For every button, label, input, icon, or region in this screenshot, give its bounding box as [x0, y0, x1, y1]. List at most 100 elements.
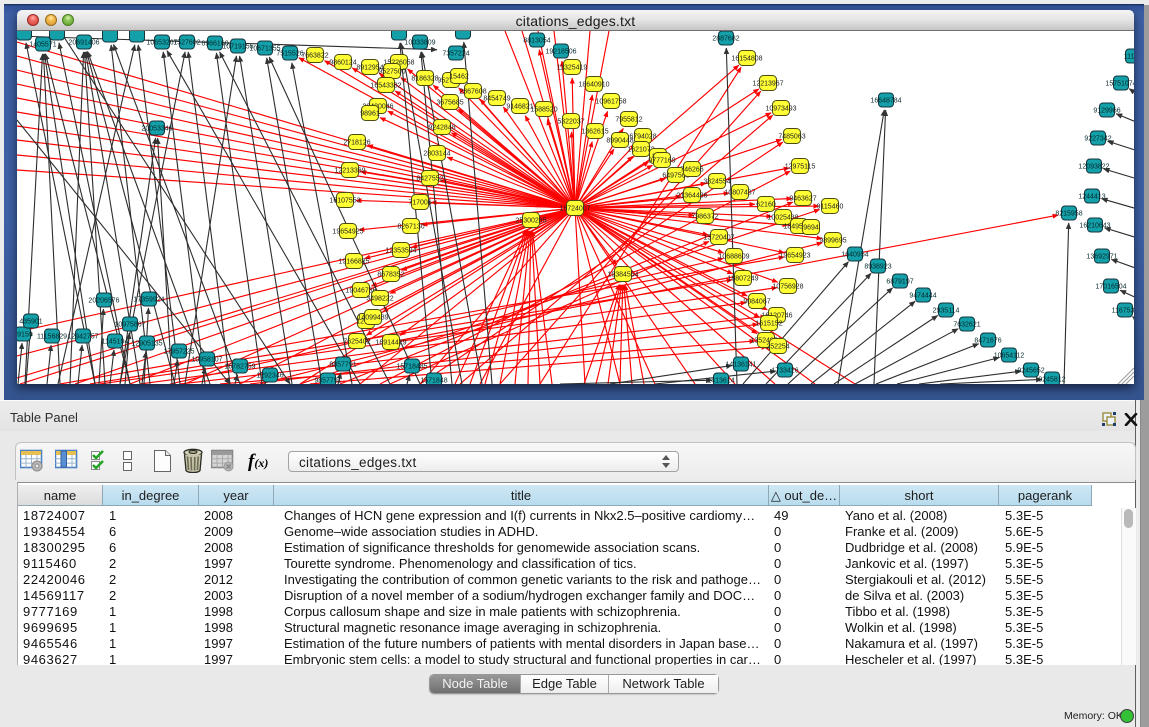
- svg-text:6794028: 6794028: [629, 134, 656, 141]
- svg-text:1244413: 1244413: [1078, 194, 1105, 201]
- svg-text:2887682: 2887682: [712, 36, 739, 43]
- svg-text:10973493: 10973493: [765, 106, 796, 113]
- svg-text:20691406: 20691406: [68, 40, 99, 47]
- svg-text:8427552: 8427552: [416, 176, 443, 183]
- svg-text:10688609: 10688609: [718, 254, 749, 261]
- svg-text:19384554: 19384554: [607, 272, 638, 279]
- svg-text:16107553: 16107553: [329, 198, 360, 205]
- svg-text:16154808: 16154808: [731, 56, 762, 63]
- svg-text:252254: 252254: [766, 344, 789, 351]
- svg-text:8938923: 8938923: [864, 264, 891, 271]
- svg-text:12213369: 12213369: [334, 168, 365, 175]
- svg-text:8186328: 8186328: [411, 76, 438, 83]
- svg-text:8471676: 8471676: [974, 338, 1001, 345]
- svg-text:1292346: 1292346: [256, 373, 283, 380]
- svg-text:1405571: 1405571: [29, 42, 56, 49]
- svg-text:17359924: 17359924: [133, 297, 164, 304]
- svg-text:3675685: 3675685: [436, 100, 463, 107]
- svg-text:1413614: 1413614: [707, 378, 734, 385]
- svg-text:14099489: 14099489: [357, 315, 388, 322]
- svg-text:8454749: 8454749: [483, 96, 510, 103]
- svg-text:9245812: 9245812: [1038, 377, 1065, 384]
- svg-text:10961758: 10961758: [595, 99, 626, 106]
- svg-text:11325419: 11325419: [557, 65, 588, 72]
- svg-text:7663822: 7663822: [301, 53, 328, 60]
- svg-text:12093822: 12093822: [1078, 164, 1109, 171]
- svg-text:1145194: 1145194: [102, 339, 129, 346]
- svg-text:10807487: 10807487: [724, 190, 755, 197]
- svg-text:10958107: 10958107: [191, 357, 222, 364]
- svg-text:11172: 11172: [1124, 54, 1134, 61]
- svg-text:12213967: 12213967: [752, 81, 783, 88]
- svg-text:9242848: 9242848: [428, 125, 455, 132]
- svg-text:8267130: 8267130: [397, 224, 424, 231]
- svg-text:15751074: 15751074: [1105, 81, 1134, 88]
- svg-text:7955812: 7955812: [615, 117, 642, 124]
- svg-text:20206576: 20206576: [88, 298, 119, 305]
- svg-text:3498222: 3498222: [366, 296, 393, 303]
- svg-text:17016504: 17016504: [1095, 284, 1126, 291]
- svg-text:1527602: 1527602: [173, 40, 200, 47]
- svg-text:16210643: 16210643: [1079, 223, 1110, 230]
- svg-text:12975115: 12975115: [785, 164, 816, 171]
- svg-text:10654112: 10654112: [994, 353, 1025, 360]
- svg-text:9857791: 9857791: [314, 378, 341, 385]
- svg-text:1640954: 1640954: [841, 252, 868, 259]
- svg-text:2718126: 2718126: [343, 140, 370, 147]
- svg-text:16914479: 16914479: [375, 340, 406, 347]
- svg-text:9527500: 9527500: [378, 69, 405, 76]
- svg-text:6879197: 6879197: [886, 279, 913, 286]
- svg-text:62160: 62160: [756, 202, 776, 209]
- svg-text:18640910: 18640910: [578, 82, 609, 89]
- svg-text:435901: 435901: [19, 319, 42, 326]
- svg-text:9245652: 9245652: [1017, 368, 1044, 375]
- svg-text:9084067: 9084067: [743, 299, 770, 306]
- svg-text:9129966: 9129966: [1093, 108, 1120, 115]
- svg-text:9227342: 9227342: [1084, 136, 1111, 143]
- svg-text:2803144: 2803144: [423, 151, 450, 158]
- svg-text:7515526: 7515526: [276, 51, 303, 58]
- svg-text:1733426: 1733426: [771, 368, 798, 375]
- svg-text:746266: 746266: [680, 167, 703, 174]
- svg-text:17957225: 17957225: [163, 349, 194, 356]
- svg-text:7986372: 7986372: [691, 214, 718, 221]
- svg-text:2935114: 2935114: [933, 308, 960, 315]
- svg-text:10975867: 10975867: [114, 322, 145, 329]
- svg-text:9777169: 9777169: [648, 158, 675, 165]
- svg-text:1588520: 1588520: [530, 107, 557, 114]
- svg-text:1615152: 1615152: [755, 321, 782, 328]
- svg-text:7625402: 7625402: [343, 339, 370, 346]
- svg-text:98961: 98961: [360, 111, 380, 118]
- svg-text:1571848: 1571848: [420, 378, 447, 385]
- svg-text:18724007: 18724007: [559, 206, 590, 213]
- svg-text:15462: 15462: [449, 74, 469, 81]
- svg-text:9899695: 9899695: [819, 238, 846, 245]
- svg-text:1362615: 1362615: [581, 129, 608, 136]
- svg-text:25300285: 25300285: [515, 218, 546, 225]
- svg-text:9115460: 9115460: [817, 204, 844, 211]
- svg-text:19654923: 19654923: [779, 253, 810, 260]
- svg-text:12353594: 12353594: [385, 248, 416, 255]
- svg-text:16782759: 16782759: [224, 364, 255, 371]
- svg-text:9463627: 9463627: [789, 196, 816, 203]
- svg-text:19166825: 19166825: [338, 259, 369, 266]
- svg-text:14136141: 14136141: [725, 362, 756, 369]
- svg-text:12942757: 12942757: [67, 334, 98, 341]
- svg-text:11156829: 11156829: [37, 334, 67, 341]
- svg-text:15718485: 15718485: [396, 364, 427, 371]
- svg-text:10033809: 10033809: [404, 40, 435, 47]
- svg-text:3824554: 3824554: [703, 179, 730, 186]
- svg-text:10756928: 10756928: [772, 284, 803, 291]
- svg-text:8215958: 8215958: [1055, 211, 1082, 218]
- svg-text:8813054: 8813054: [523, 38, 550, 45]
- svg-text:20053346: 20053346: [141, 126, 172, 133]
- svg-text:7632621: 7632621: [953, 322, 980, 329]
- svg-text:7357224: 7357224: [442, 51, 469, 58]
- svg-text:2867608: 2867608: [459, 89, 486, 96]
- svg-text:9474444: 9474444: [909, 293, 936, 300]
- svg-text:18807249: 18807249: [727, 276, 758, 283]
- svg-text:12905135: 12905135: [131, 341, 162, 348]
- svg-text:9860124: 9860124: [329, 60, 356, 67]
- svg-text:717006: 717006: [408, 200, 431, 207]
- svg-text:9694: 9694: [803, 225, 819, 232]
